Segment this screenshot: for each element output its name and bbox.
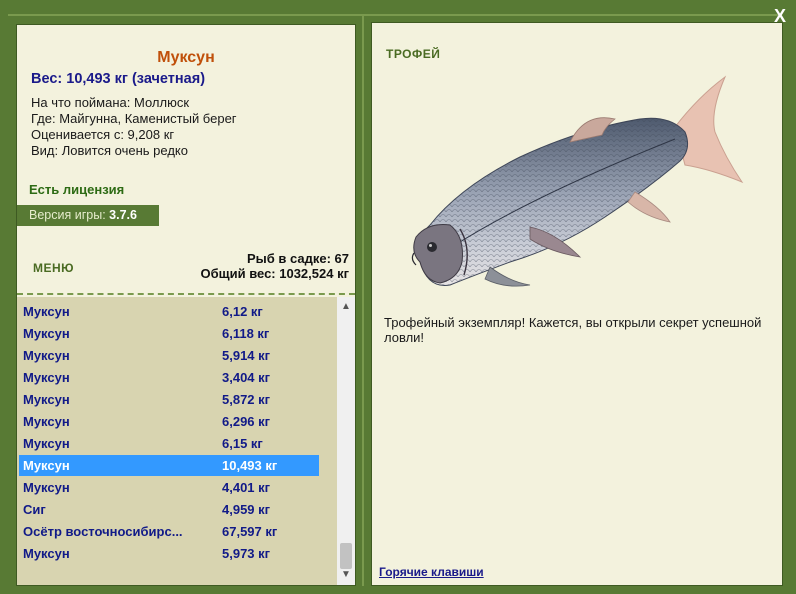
list-item-name: Муксун (23, 304, 70, 319)
dashed-separator (17, 293, 355, 295)
list-item-name: Муксун (23, 458, 70, 473)
list-item-name: Муксун (23, 436, 70, 451)
menu-button[interactable]: МЕНЮ (33, 261, 74, 275)
list-item[interactable]: Осётр восточносибирс... 67,597 кг (19, 521, 319, 542)
trophy-message: Трофейный экземпляр! Кажется, вы открыли… (384, 315, 762, 345)
hotkeys-link[interactable]: Горячие клавиши (379, 565, 484, 579)
list-item-name: Муксун (23, 392, 70, 407)
version-label: Версия игры: (29, 208, 106, 222)
license-status: Есть лицензия (29, 182, 125, 197)
list-item-weight: 6,15 кг (222, 436, 263, 451)
fish-name-title: Муксун (157, 49, 215, 66)
fish-bait: На что поймана: Моллюск (31, 95, 190, 110)
list-item[interactable]: Муксун 5,973 кг (19, 543, 319, 564)
scroll-thumb[interactable] (340, 543, 352, 569)
keep-total-weight: Общий вес: 1032,524 кг (200, 266, 349, 281)
version-value: 3.7.6 (109, 208, 137, 222)
fish-weight: Вес: 10,493 кг (зачетная) (31, 71, 206, 87)
version-bar: Версия игры: 3.7.6 (17, 205, 159, 226)
list-item-weight: 5,914 кг (222, 348, 271, 363)
list-item-name: Муксун (23, 370, 70, 385)
fish-illustration (411, 75, 744, 287)
keep-count: Рыб в садке: 67 (246, 251, 349, 266)
list-item[interactable]: Муксун 5,914 кг (19, 345, 319, 366)
left-divider-line (362, 14, 364, 586)
list-item-weight: 4,959 кг (222, 502, 271, 517)
list-item-name: Осётр восточносибирс... (23, 524, 183, 539)
list-item[interactable]: Муксун 3,404 кг (19, 367, 319, 388)
list-item-name: Муксун (23, 326, 70, 341)
list-scrollbar[interactable]: ▲ ▼ (337, 297, 355, 585)
list-item[interactable]: Муксун 6,15 кг (19, 433, 319, 454)
list-item-weight: 6,296 кг (222, 414, 271, 429)
list-item-name: Муксун (23, 480, 70, 495)
trophy-panel: ТРОФЕЙ Трофейный экземпляр! Кажется, вы … (371, 22, 783, 586)
list-item[interactable]: Сиг 4,959 кг (19, 499, 319, 520)
list-item[interactable]: Муксун 6,296 кг (19, 411, 319, 432)
fish-species: Вид: Ловится очень редко (31, 143, 188, 158)
scroll-up-arrow-icon[interactable]: ▲ (337, 299, 355, 315)
list-item-weight: 67,597 кг (222, 524, 278, 539)
list-item[interactable]: Муксун 4,401 кг (19, 477, 319, 498)
list-item[interactable]: Муксун 6,118 кг (19, 323, 319, 344)
list-item[interactable]: Муксун 5,872 кг (19, 389, 319, 410)
catch-list[interactable]: Муксун 6,12 кг Муксун 6,118 кг Муксун 5,914 к… (17, 297, 337, 585)
list-item-name: Муксун (23, 414, 70, 429)
list-item-weight: 10,493 кг (222, 458, 278, 473)
list-item-name: Муксун (23, 546, 70, 561)
list-item-name: Муксун (23, 348, 70, 363)
list-item-weight: 6,12 кг (222, 304, 263, 319)
list-item-name: Сиг (23, 502, 46, 517)
list-item-selected[interactable]: Муксун 10,493 кг (19, 455, 319, 476)
list-item-weight: 4,401 кг (222, 480, 271, 495)
fish-info-panel: Муксун Вес: 10,493 кг (зачетная) На что … (16, 24, 356, 586)
scroll-down-arrow-icon[interactable]: ▼ (337, 567, 355, 583)
list-item-weight: 5,973 кг (222, 546, 271, 561)
list-item-weight: 6,118 кг (222, 326, 270, 341)
list-item[interactable]: Муксун 6,12 кг (19, 301, 319, 322)
keep-stats: Рыб в садке: 67 Общий вес: 1032,524 кг (200, 251, 349, 281)
list-item-weight: 3,404 кг (222, 370, 271, 385)
fish-location: Где: Майгунна, Каменистый берег (31, 111, 237, 126)
top-frame-line (8, 14, 778, 16)
list-item-weight: 5,872 кг (222, 392, 271, 407)
fish-estimated: Оценивается с: 9,208 кг (31, 127, 175, 142)
